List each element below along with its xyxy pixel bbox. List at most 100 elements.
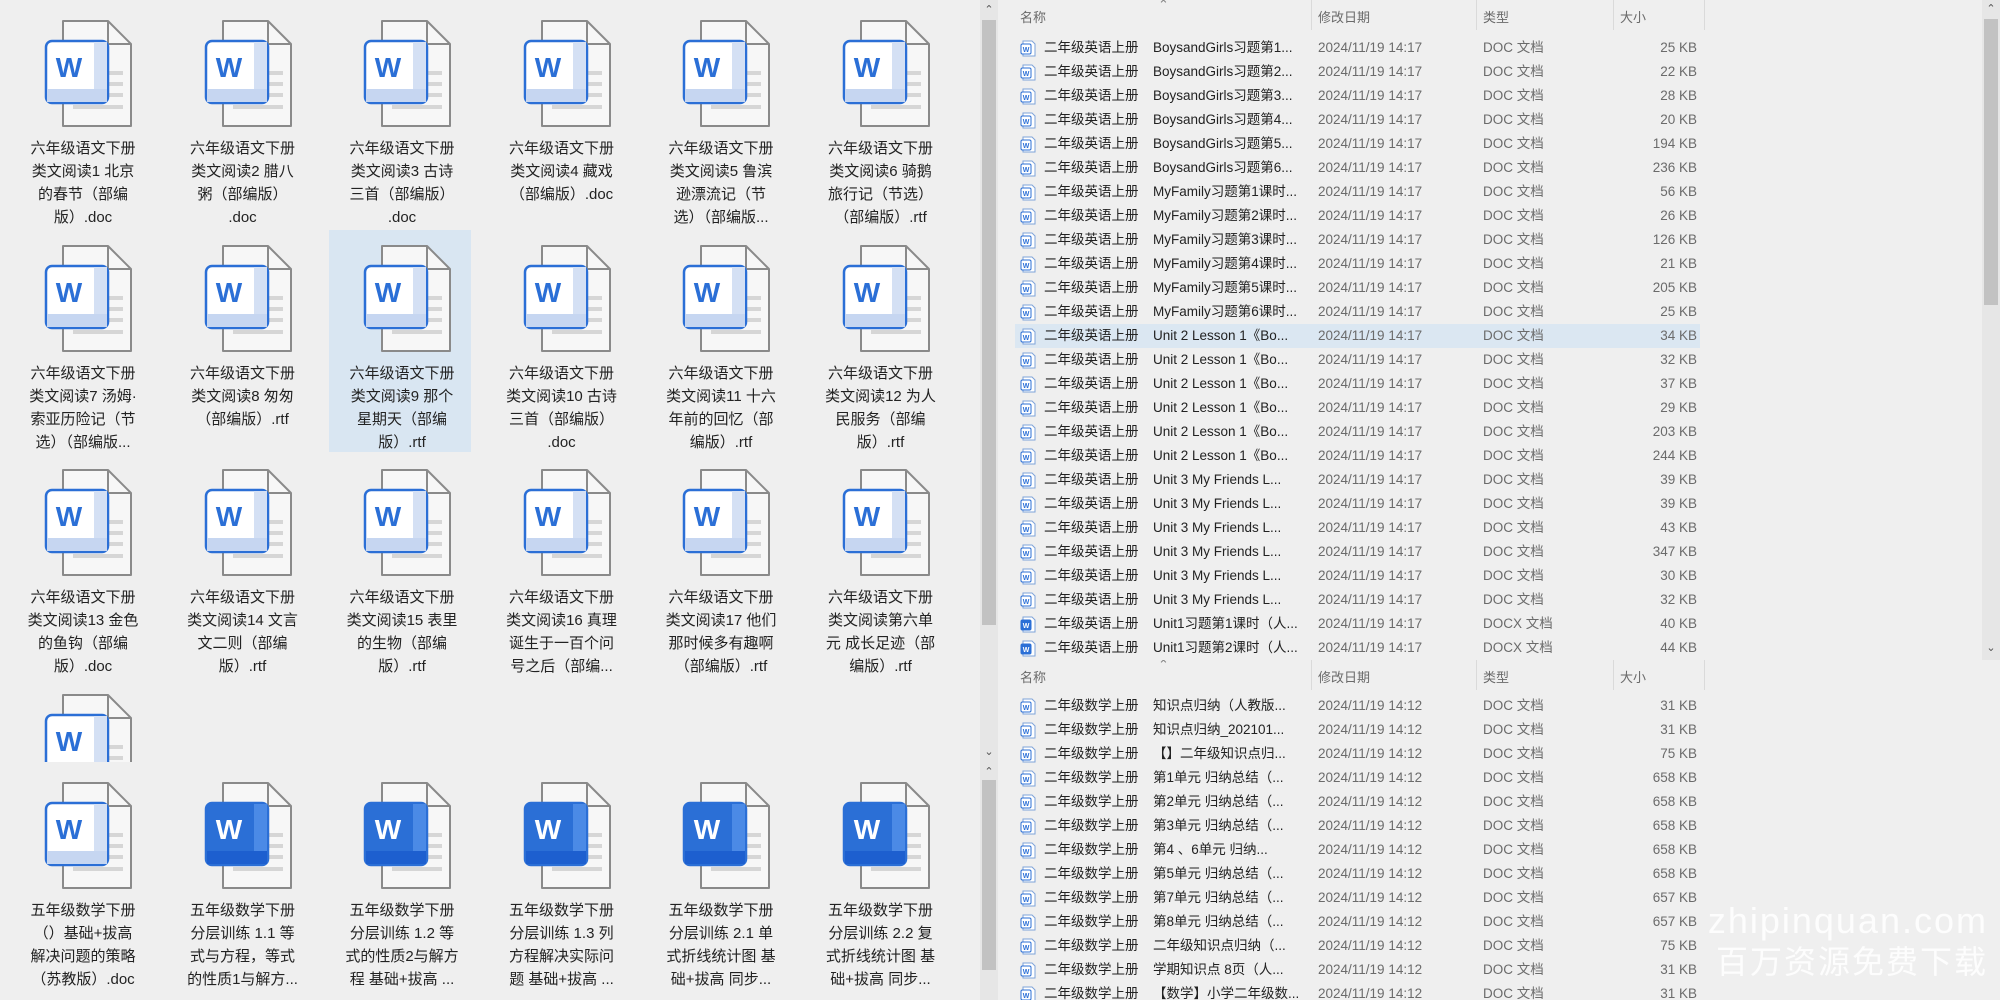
file-row[interactable]: W 二年级英语上册 Unit1习题第2课时（人... 2024/11/19 14:17… [1015, 636, 1700, 660]
file-type: DOC 文档 [1483, 280, 1544, 295]
modified-date: 2024/11/19 14:17 [1318, 496, 1423, 511]
modified-date: 2024/11/19 14:17 [1318, 568, 1423, 583]
svg-text:W: W [1023, 383, 1030, 390]
modified-date: 2024/11/19 14:17 [1318, 160, 1423, 175]
scroll-thumb[interactable] [1984, 19, 1998, 305]
scroll-thumb[interactable] [982, 20, 996, 625]
file-row[interactable]: W 二年级英语上册 Unit 2 Lesson 1《Bo... 2024/11/19 … [1015, 372, 1700, 396]
file-name-prefix: 二年级英语上册 [1044, 64, 1139, 79]
file-name: 六年级语文下册 类文阅读5 鲁滨 逊漂流记（节 选）（部编版... [668, 140, 774, 226]
file-row[interactable]: W 二年级英语上册 MyFamily习题第5课时... 2024/11/19 14:1… [1015, 276, 1700, 300]
file-row[interactable]: W 二年级英语上册 MyFamily习题第2课时... 2024/11/19 14:1… [1015, 204, 1700, 228]
file-row[interactable]: W 二年级数学上册 第8单元 归纳总结（... 2024/11/19 14:12 DOC… [1015, 910, 1700, 934]
file-row[interactable]: W 二年级数学上册 【】二年级知识点归... 2024/11/19 14:12 DOC … [1015, 742, 1700, 766]
word-document-icon: W [1020, 592, 1036, 609]
scrollbar-right-top[interactable]: ⌃ ⌄ [1982, 0, 2000, 660]
file-size: 658 KB [1652, 842, 1697, 857]
file-row[interactable]: W 二年级英语上册 MyFamily习题第1课时... 2024/11/19 14:1… [1015, 180, 1700, 204]
svg-text:W: W [56, 726, 83, 757]
scroll-up-icon[interactable]: ⌃ [1982, 1, 2000, 17]
column-header-name[interactable]: 名称 [1020, 7, 1046, 26]
file-row[interactable]: W 二年级数学上册 知识点归纳_202101... 2024/11/19 14:12… [1015, 718, 1700, 742]
svg-text:W: W [1023, 215, 1030, 222]
svg-text:W: W [1023, 777, 1030, 784]
file-row[interactable]: W 二年级数学上册 第5单元 归纳总结（... 2024/11/19 14:12 DOC… [1015, 862, 1700, 886]
file-name: 六年级语文下册 类文阅读14 文言 文二则（部编 版）.rtf [187, 589, 298, 675]
file-name-prefix: 二年级英语上册 [1044, 136, 1139, 151]
file-row[interactable]: W 二年级数学上册 【数学】小学二年级数... 2024/11/19 14:12 DOC… [1015, 982, 1700, 1000]
file-name: MyFamily习题第4课时... [1153, 256, 1298, 271]
file-row[interactable]: W 二年级数学上册 第2单元 归纳总结（... 2024/11/19 14:12 DOC… [1015, 790, 1700, 814]
file-row[interactable]: W 二年级英语上册 Unit 2 Lesson 1《Bo... 2024/11/19 … [1015, 324, 1700, 348]
word-document-icon: W [1020, 842, 1036, 859]
file-row[interactable]: W 二年级数学上册 第4 、6单元 归纳... 2024/11/19 14:12 DOC… [1015, 838, 1700, 862]
file-type: DOC 文档 [1483, 890, 1544, 905]
column-header-date[interactable]: 修改日期 [1318, 7, 1370, 26]
file-row[interactable]: W 二年级英语上册 BoysandGirls习题第3... 2024/11/19 14… [1015, 84, 1700, 108]
file-type: DOC 文档 [1483, 232, 1544, 247]
file-row[interactable]: W 二年级英语上册 BoysandGirls习题第4... 2024/11/19 14… [1015, 108, 1700, 132]
column-header-type[interactable]: 类型 [1483, 667, 1509, 686]
scroll-thumb[interactable] [982, 780, 996, 970]
svg-text:W: W [1023, 993, 1030, 1000]
file-row[interactable]: W 二年级英语上册 Unit 3 My Friends L... 2024/11/19… [1015, 564, 1700, 588]
file-row[interactable]: W 二年级英语上册 BoysandGirls习题第5... 2024/11/19 14… [1015, 132, 1700, 156]
scroll-down-icon[interactable]: ⌄ [980, 744, 998, 760]
file-row[interactable]: W 二年级英语上册 Unit1习题第1课时（人... 2024/11/19 14:17… [1015, 612, 1700, 636]
file-row[interactable]: W 二年级数学上册 第7单元 归纳总结（... 2024/11/19 14:12 DOC… [1015, 886, 1700, 910]
scroll-down-icon[interactable]: ⌄ [1982, 640, 2000, 656]
file-name: Unit 3 My Friends L... [1153, 520, 1282, 535]
file-row[interactable]: W 二年级数学上册 二年级知识点归纳（... 2024/11/19 14:12 DOC … [1015, 934, 1700, 958]
file-row[interactable]: W 二年级英语上册 Unit 3 My Friends L... 2024/11/19… [1015, 468, 1700, 492]
file-row[interactable]: W 二年级英语上册 Unit 3 My Friends L... 2024/11/19… [1015, 540, 1700, 564]
file-row[interactable]: W 二年级数学上册 知识点归纳（人教版... 2024/11/19 14:12 DOC… [1015, 694, 1700, 718]
file-size: 22 KB [1660, 64, 1697, 79]
word-document-icon: W [347, 781, 457, 891]
file-row[interactable]: W 二年级英语上册 Unit 3 My Friends L... 2024/11/19… [1015, 516, 1700, 540]
scrollbar-left-top[interactable]: ⌃ ⌄ [980, 0, 998, 762]
file-row[interactable]: W 二年级英语上册 Unit 2 Lesson 1《Bo... 2024/11/19 … [1015, 420, 1700, 444]
file-name: 五年级数学下册 （）基础+拔高 解决问题的策略 （苏教版）.doc [30, 902, 136, 988]
file-row[interactable]: W 二年级数学上册 学期知识点 8页（人... 2024/11/19 14:12 DOC… [1015, 958, 1700, 982]
word-document-icon: W [1020, 328, 1036, 345]
scroll-up-icon[interactable]: ⌃ [980, 764, 998, 780]
file-type: DOC 文档 [1483, 722, 1544, 737]
file-row[interactable]: W 二年级英语上册 Unit 3 My Friends L... 2024/11/19… [1015, 492, 1700, 516]
file-name-prefix: 二年级数学上册 [1044, 962, 1139, 977]
file-row[interactable]: W 二年级英语上册 Unit 2 Lesson 1《Bo... 2024/11/19 … [1015, 444, 1700, 468]
file-row[interactable]: W 二年级英语上册 MyFamily习题第3课时... 2024/11/19 14:1… [1015, 228, 1700, 252]
column-header-type[interactable]: 类型 [1483, 7, 1509, 26]
file-row[interactable]: W 二年级英语上册 MyFamily习题第4课时... 2024/11/19 14:1… [1015, 252, 1700, 276]
scroll-up-icon[interactable]: ⌃ [980, 2, 998, 18]
column-header-row: 名称 ⌃ 修改日期 类型 大小 [1000, 0, 1980, 30]
file-row[interactable]: W 二年级英语上册 Unit 3 My Friends L... 2024/11/19… [1015, 588, 1700, 612]
file-row[interactable]: W 二年级英语上册 Unit 2 Lesson 1《Bo... 2024/11/19 … [1015, 348, 1700, 372]
column-header-name[interactable]: 名称 [1020, 667, 1046, 686]
file-name: 六年级语文下册 类文阅读2 腊八 粥（部编版） .doc [189, 140, 295, 226]
file-size: 236 KB [1652, 160, 1697, 175]
file-row[interactable]: W 二年级英语上册 BoysandGirls习题第1... 2024/11/19 14… [1015, 36, 1700, 60]
file-name: Unit 2 Lesson 1《Bo... [1153, 448, 1289, 463]
file-row[interactable]: W 二年级数学上册 第3单元 归纳总结（... 2024/11/19 14:12 DOC… [1015, 814, 1700, 838]
modified-date: 2024/11/19 14:17 [1318, 64, 1423, 79]
modified-date: 2024/11/19 14:17 [1318, 376, 1423, 391]
file-row[interactable]: W 二年级英语上册 MyFamily习题第6课时... 2024/11/19 14:1… [1015, 300, 1700, 324]
word-document-icon: W [1020, 112, 1036, 129]
scrollbar-left-bottom[interactable]: ⌃ [980, 762, 998, 1000]
file-name: MyFamily习题第2课时... [1153, 208, 1298, 223]
column-header-date[interactable]: 修改日期 [1318, 667, 1370, 686]
file-size: 194 KB [1652, 136, 1697, 151]
file-row[interactable]: W 二年级数学上册 第1单元 归纳总结（... 2024/11/19 14:12 DOC… [1015, 766, 1700, 790]
word-document-icon: W [28, 693, 138, 762]
column-header-size[interactable]: 大小 [1620, 667, 1646, 686]
file-name-prefix: 二年级英语上册 [1044, 232, 1139, 247]
file-row[interactable]: W 二年级英语上册 BoysandGirls习题第6... 2024/11/19 14… [1015, 156, 1700, 180]
file-row[interactable]: W 二年级英语上册 BoysandGirls习题第2... 2024/11/19 14… [1015, 60, 1700, 84]
column-header-size[interactable]: 大小 [1620, 7, 1646, 26]
file-row[interactable]: W 二年级英语上册 Unit 2 Lesson 1《Bo... 2024/11/19 … [1015, 396, 1700, 420]
word-document-icon: W [28, 244, 138, 354]
file-name: Unit1习题第1课时（人... [1153, 616, 1298, 631]
file-size: 244 KB [1652, 448, 1697, 463]
file-type: DOC 文档 [1483, 184, 1544, 199]
file-name: 六年级语文下册 类文阅读15 表里 的生物（部编 版）.rtf [346, 589, 458, 675]
